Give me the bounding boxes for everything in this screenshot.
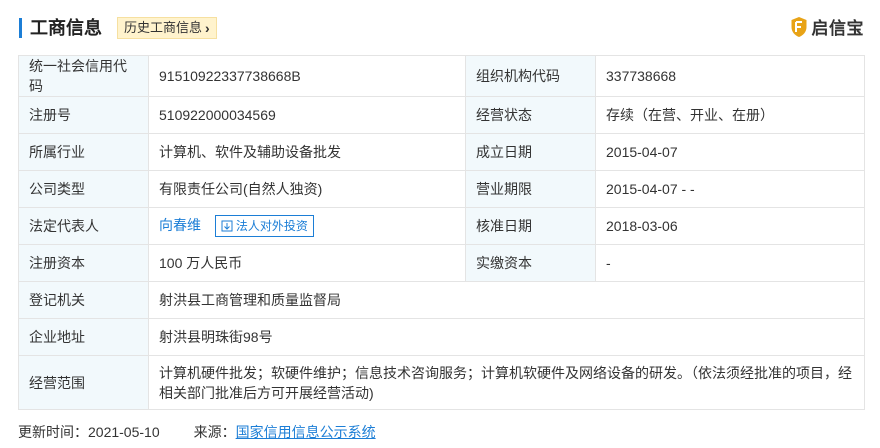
- reg-authority-label: 登记机关: [18, 281, 149, 319]
- section-title: 工商信息: [30, 18, 102, 38]
- legal-rep-cell: 向春维 法人对外投资: [148, 207, 466, 245]
- title-accent-bar: [19, 18, 22, 38]
- company-type-label: 公司类型: [18, 170, 149, 208]
- section-header: 工商信息 历史工商信息 › 启信宝: [0, 0, 880, 52]
- industry-label: 所属行业: [18, 133, 149, 171]
- credit-code-label: 统一社会信用代码: [18, 55, 149, 97]
- reg-capital-value: 100 万人民币: [148, 244, 466, 282]
- legal-rep-link[interactable]: 向春维: [159, 217, 201, 233]
- table-row: 企业地址 射洪县明珠街98号: [18, 318, 865, 356]
- status-value: 存续（在营、开业、在册）: [595, 96, 865, 134]
- source-label: 来源：: [193, 424, 236, 440]
- updated-value: 2021-05-10: [88, 424, 160, 440]
- footer: 更新时间： 2021-05-10 来源： 国家信用信息公示系统: [18, 422, 376, 442]
- founded-value: 2015-04-07: [595, 133, 865, 171]
- legal-rep-label: 法定代表人: [18, 207, 149, 245]
- term-value: 2015-04-07 - -: [595, 170, 865, 208]
- shield-logo-icon: [791, 16, 806, 37]
- history-info-button[interactable]: 历史工商信息 ›: [117, 17, 217, 39]
- address-label: 企业地址: [18, 318, 149, 356]
- source-link[interactable]: 国家信用信息公示系统: [236, 422, 376, 442]
- paid-capital-label: 实缴资本: [465, 244, 596, 282]
- chevron-right-icon: ›: [205, 20, 210, 36]
- reg-no-value: 510922000034569: [148, 96, 466, 134]
- founded-label: 成立日期: [465, 133, 596, 171]
- table-row: 所属行业 计算机、软件及辅助设备批发 成立日期 2015-04-07: [18, 133, 865, 171]
- table-row: 统一社会信用代码 91510922337738668B 组织机构代码 33773…: [18, 55, 865, 97]
- table-row: 公司类型 有限责任公司(自然人独资) 营业期限 2015-04-07 - -: [18, 170, 865, 208]
- rep-investment-label: 法人对外投资: [235, 219, 308, 234]
- reg-capital-label: 注册资本: [18, 244, 149, 282]
- footer-spacer: [160, 422, 194, 442]
- paid-capital-value: -: [595, 244, 865, 282]
- rep-investment-button[interactable]: 法人对外投资: [214, 215, 314, 238]
- reg-no-label: 注册号: [18, 96, 149, 134]
- table-row: 经营范围 计算机硬件批发；软硬件维护；信息技术咨询服务；计算机软硬件及网络设备的…: [18, 355, 865, 410]
- industry-value: 计算机、软件及辅助设备批发: [148, 133, 466, 171]
- business-scope-label: 经营范围: [18, 355, 149, 410]
- reg-authority-value: 射洪县工商管理和质量监督局: [148, 281, 865, 319]
- table-row: 法定代表人 向春维 法人对外投资 核准日期 2018-03-06: [18, 207, 865, 245]
- org-code-label: 组织机构代码: [465, 55, 596, 97]
- term-label: 营业期限: [465, 170, 596, 208]
- business-scope-value: 计算机硬件批发；软硬件维护；信息技术咨询服务；计算机软硬件及网络设备的研发。（依…: [148, 355, 865, 410]
- brand-name: 启信宝: [811, 19, 864, 38]
- investment-icon: [221, 220, 233, 232]
- credit-code-value: 91510922337738668B: [148, 55, 466, 97]
- approved-date-label: 核准日期: [465, 207, 596, 245]
- status-label: 经营状态: [465, 96, 596, 134]
- approved-date-value: 2018-03-06: [595, 207, 865, 245]
- history-info-label: 历史工商信息: [124, 20, 203, 35]
- company-type-value: 有限责任公司(自然人独资): [148, 170, 466, 208]
- updated-label: 更新时间：: [18, 424, 88, 440]
- org-code-value: 337738668: [595, 55, 865, 97]
- table-row: 登记机关 射洪县工商管理和质量监督局: [18, 281, 865, 319]
- address-value: 射洪县明珠街98号: [148, 318, 865, 356]
- table-row: 注册号 510922000034569 经营状态 存续（在营、开业、在册）: [18, 96, 865, 134]
- brand-logo: 启信宝: [790, 14, 865, 39]
- business-info-table: 统一社会信用代码 91510922337738668B 组织机构代码 33773…: [18, 55, 865, 410]
- table-row: 注册资本 100 万人民币 实缴资本 -: [18, 244, 865, 282]
